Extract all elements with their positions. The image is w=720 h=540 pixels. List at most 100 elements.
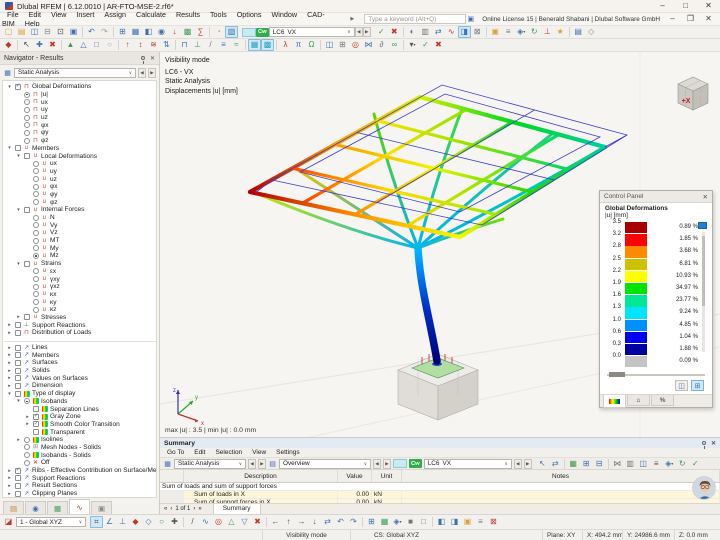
menu-tools[interactable]: Tools xyxy=(205,10,232,19)
tree-item-x[interactable]: ⊓ φx xyxy=(4,121,156,129)
radio-button[interactable] xyxy=(33,176,39,183)
refresh-icon[interactable]: ↻ xyxy=(528,26,541,38)
radio-button[interactable] xyxy=(33,199,39,206)
highlight-icon[interactable]: ▣ xyxy=(461,516,474,528)
tree-item-smooth-color-transition[interactable]: ▸ ✓ Smooth Color Transition xyxy=(4,421,156,429)
tree-item-vz[interactable]: ∪ Vz xyxy=(4,229,156,237)
render-mode-icon[interactable]: ◐ xyxy=(406,26,419,38)
expand-icon[interactable]: ▸ xyxy=(6,375,13,381)
insert-table-icon[interactable]: ⊞ xyxy=(580,458,593,470)
checkbox[interactable] xyxy=(24,153,30,160)
maximize-icon[interactable]: □ xyxy=(679,0,692,12)
tree-item-z[interactable]: ⊓ φz xyxy=(4,137,156,145)
column-header[interactable]: Description xyxy=(184,470,338,482)
next-result-button[interactable]: ▶ xyxy=(148,67,156,78)
saved-views-icon[interactable]: ◈ ▾ xyxy=(515,26,528,38)
checkbox[interactable] xyxy=(15,475,21,482)
grid-snap-icon[interactable]: ⌗ xyxy=(90,516,103,528)
new-icon[interactable]: ▢ xyxy=(2,26,15,38)
radio-button[interactable] xyxy=(33,237,39,244)
results-navigator-tab[interactable]: ∿ xyxy=(69,499,90,514)
close-child-icon[interactable]: ✕ xyxy=(702,13,715,25)
grid-icon[interactable]: ▦ xyxy=(129,26,142,38)
factors-tab[interactable]: % xyxy=(651,395,674,406)
opening-tool-icon[interactable]: ○ xyxy=(103,39,116,51)
tree-item-result-sections[interactable]: ▸ ↗ Result Sections xyxy=(4,482,156,490)
mirror-icon[interactable]: ⇄ xyxy=(321,516,334,528)
tree-item-strains[interactable]: ▾ ∪ Strains xyxy=(4,260,156,268)
trim-icon[interactable]: ✖ xyxy=(251,516,264,528)
radio-button[interactable] xyxy=(24,114,30,121)
cancel-icon[interactable]: ✖ xyxy=(388,26,401,38)
surfaces-icon[interactable]: ◧ xyxy=(142,26,155,38)
collapse-icon[interactable]: ▾ xyxy=(15,261,22,267)
tree-item-distribution-of-loads[interactable]: ▸ ⊓ Distribution of Loads xyxy=(4,329,156,337)
tree-item-lines[interactable]: ▸ ↗ Lines xyxy=(4,344,156,352)
pattern-icon[interactable]: ▦ xyxy=(378,516,391,528)
tree-item-z[interactable]: ∪ κz xyxy=(4,306,156,314)
search-input[interactable]: Type a keyword (Alt+Q) xyxy=(364,14,467,24)
redo-icon[interactable]: ↷ xyxy=(98,26,111,38)
add-object-icon[interactable]: ✚ xyxy=(33,39,46,51)
refresh-table-icon[interactable]: ↻ xyxy=(676,458,689,470)
center-snap-icon[interactable]: ○ xyxy=(155,516,168,528)
tree-item-x[interactable]: ∪ εx xyxy=(4,268,156,276)
nodes-icon[interactable]: ◉ xyxy=(155,26,168,38)
checkbox[interactable] xyxy=(24,314,30,321)
remove-table-icon[interactable]: ⊟ xyxy=(593,458,606,470)
tree-item-my[interactable]: ∪ My xyxy=(4,244,156,252)
pin-icon[interactable] xyxy=(140,56,145,64)
radio-button[interactable] xyxy=(24,459,30,466)
checkbox[interactable] xyxy=(15,329,21,336)
mesh-settings-icon[interactable]: ▩ xyxy=(261,39,274,51)
collapse-icon[interactable]: ▾ xyxy=(15,207,22,213)
radio-button[interactable] xyxy=(33,291,39,298)
draw-circle-icon[interactable]: ◎ xyxy=(212,516,225,528)
expand-icon[interactable]: ▸ xyxy=(6,368,13,374)
visibility-icon[interactable]: ▣ xyxy=(489,26,502,38)
control-panel-header[interactable]: Control Panel ✕ xyxy=(600,191,712,203)
checkbox[interactable]: ✓ xyxy=(15,83,21,90)
calculate-icon[interactable]: ∑ xyxy=(194,26,207,38)
column-header[interactable]: Value xyxy=(338,470,372,482)
summary-menu-selection[interactable]: Selection xyxy=(210,449,247,456)
select-icon[interactable]: ↖ xyxy=(20,39,33,51)
last-page-button[interactable]: » xyxy=(198,506,201,512)
menu-calculate[interactable]: Calculate xyxy=(131,10,171,19)
smooth-results-icon[interactable]: ≈ xyxy=(230,39,243,51)
apply-icon[interactable]: ✓ xyxy=(375,26,388,38)
radio-button[interactable] xyxy=(33,160,39,167)
tree-item-x[interactable]: ∪ κx xyxy=(4,291,156,299)
move-right-icon[interactable]: ↓ xyxy=(308,516,321,528)
minimize-icon[interactable]: – xyxy=(656,0,669,12)
restore-child-icon[interactable]: ❐ xyxy=(684,13,697,25)
checkbox[interactable]: ✓ xyxy=(15,467,21,474)
radio-button[interactable] xyxy=(33,306,39,313)
favorites-icon[interactable]: ★ xyxy=(554,26,567,38)
tree-item-dimension[interactable]: ▸ ↗ Dimension xyxy=(4,382,156,390)
tree-structure[interactable] xyxy=(256,107,600,365)
checkbox[interactable] xyxy=(15,352,21,359)
collapse-icon[interactable]: ▾ xyxy=(6,391,13,397)
first-page-button[interactable]: « xyxy=(164,506,167,512)
collapse-icon[interactable]: ▾ xyxy=(15,153,22,159)
stop-icon[interactable]: ✖ xyxy=(432,39,445,51)
tree-item-values-on-surfaces[interactable]: ▸ ↗ Values on Surfaces xyxy=(4,374,156,382)
column-header[interactable]: Notes xyxy=(402,470,720,482)
close-icon[interactable]: ✕ xyxy=(703,193,708,201)
checkbox[interactable] xyxy=(15,490,21,497)
tree-item-internal-forces[interactable]: ▾ ∪ Internal Forces xyxy=(4,206,156,214)
summary-menu-edit[interactable]: Edit xyxy=(189,449,210,456)
checkbox[interactable] xyxy=(24,260,30,267)
close-model-icon[interactable]: ⊟ xyxy=(41,26,54,38)
window-layout-icon[interactable]: ◫ xyxy=(323,39,336,51)
check-model-icon[interactable]: ✓ xyxy=(419,39,432,51)
save-icon[interactable]: ◫ xyxy=(28,26,41,38)
results-icon[interactable]: ◔ xyxy=(212,26,225,38)
tree-item-mt[interactable]: ∪ MT xyxy=(4,237,156,245)
menu-view[interactable]: View xyxy=(46,10,71,19)
tree-item-uy[interactable]: ⊓ uy xyxy=(4,106,156,114)
search-expand-icon[interactable]: ▶ xyxy=(350,16,354,22)
summary-group-row[interactable]: Sum of loads and sum of support forces xyxy=(160,483,720,491)
radio-button[interactable] xyxy=(24,444,30,451)
